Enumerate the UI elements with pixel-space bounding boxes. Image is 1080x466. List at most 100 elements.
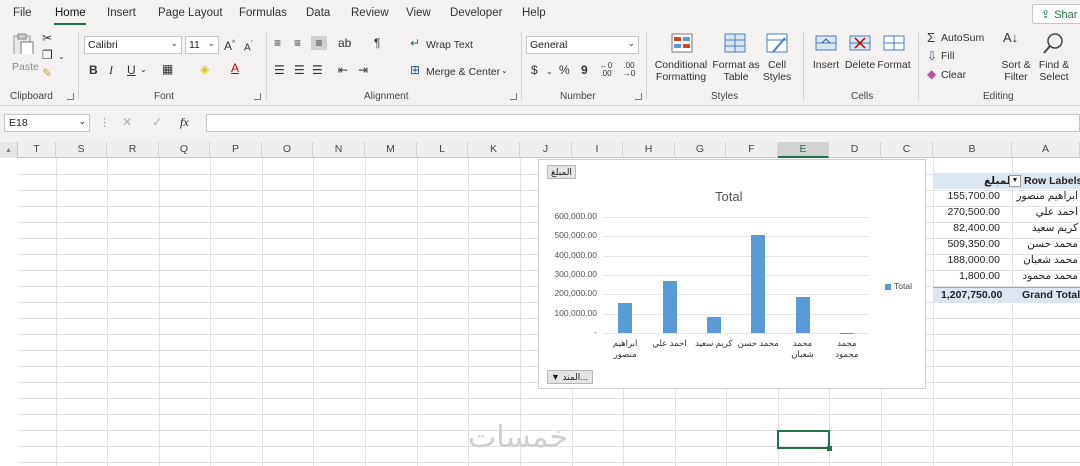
column-header-S[interactable]: S <box>56 142 107 158</box>
italic-button[interactable]: I <box>109 63 113 77</box>
chart-bar[interactable] <box>795 296 810 333</box>
autosum-icon[interactable]: Σ <box>927 31 935 45</box>
font-size-combo[interactable]: 11 ⌄ <box>185 36 219 54</box>
cell-styles-icon[interactable] <box>765 32 789 54</box>
bold-button[interactable]: B <box>89 63 98 77</box>
comma-style-button[interactable]: 9 <box>581 63 588 77</box>
insert-cells-button[interactable]: Insert <box>808 59 844 71</box>
underline-dropdown-icon[interactable]: ⌄ <box>140 63 147 77</box>
value-field-button[interactable]: المبلغ <box>547 165 576 179</box>
cell-styles-button[interactable]: Cell <box>758 59 796 71</box>
chart-title[interactable]: Total <box>715 189 742 204</box>
chart-bar[interactable] <box>662 280 677 333</box>
fill-handle[interactable] <box>827 446 832 451</box>
column-header-K[interactable]: K <box>468 142 520 158</box>
tab-formulas[interactable]: Formulas <box>239 7 287 19</box>
delete-cells-button[interactable]: Delete <box>842 59 878 71</box>
insert-function-button[interactable]: fx <box>180 115 189 130</box>
align-left-icon[interactable]: ☰ <box>274 63 285 77</box>
column-header-N[interactable]: N <box>313 142 365 158</box>
column-header-G[interactable]: G <box>675 142 726 158</box>
alignment-launcher-icon[interactable] <box>510 93 517 100</box>
column-header-B[interactable]: B <box>933 142 1012 158</box>
format-as-table-label2[interactable]: Table <box>711 71 761 83</box>
column-header-H[interactable]: H <box>623 142 675 158</box>
conditional-formatting-icon[interactable] <box>670 32 694 54</box>
wrap-text-button[interactable]: Wrap Text <box>426 39 473 51</box>
delete-cells-icon[interactable] <box>848 32 872 54</box>
tab-insert[interactable]: Insert <box>107 7 136 19</box>
format-cells-button[interactable]: Format <box>876 59 912 71</box>
insert-cells-icon[interactable] <box>814 32 838 54</box>
tab-home[interactable]: Home <box>55 7 86 19</box>
chart-bar[interactable] <box>839 332 854 334</box>
sort-filter-button[interactable]: Sort & <box>998 59 1034 71</box>
align-middle-icon[interactable]: ≡ <box>294 36 301 50</box>
clipboard-launcher-icon[interactable] <box>67 93 74 100</box>
format-painter-icon[interactable]: ✎ <box>42 66 52 80</box>
column-header-C[interactable]: C <box>881 142 933 158</box>
enter-icon[interactable]: ✓ <box>152 115 162 129</box>
borders-icon[interactable]: ▦ <box>162 62 173 76</box>
find-select-label2[interactable]: Select <box>1034 71 1074 83</box>
selected-cell[interactable] <box>777 430 830 449</box>
sort-filter-icon[interactable]: A↓ <box>1003 31 1018 45</box>
tab-help[interactable]: Help <box>522 7 546 19</box>
find-select-icon[interactable] <box>1042 32 1066 54</box>
formula-input[interactable] <box>206 114 1080 132</box>
currency-dropdown-icon[interactable]: ⌄ <box>546 65 553 79</box>
pivot-chart[interactable]: المبلغ Total 600,000.00 500,000.00 400,000… <box>538 159 926 389</box>
name-box[interactable]: E18 ⌄ <box>4 114 90 132</box>
cut-icon[interactable]: ✂ <box>42 31 52 45</box>
autosum-button[interactable]: AutoSum <box>941 32 984 44</box>
cell-styles-label2[interactable]: Styles <box>758 71 796 83</box>
column-header-O[interactable]: O <box>262 142 313 158</box>
axis-field-button[interactable]: ▼ المند... <box>547 370 593 384</box>
fill-button[interactable]: Fill <box>941 50 954 62</box>
filter-dropdown-icon[interactable]: ▼ <box>1009 175 1021 187</box>
column-header-E[interactable]: E <box>778 142 829 158</box>
conditional-formatting-button[interactable]: Conditional <box>652 59 710 71</box>
find-select-button[interactable]: Find & <box>1034 59 1074 71</box>
orientation-icon[interactable]: ab <box>338 36 351 50</box>
fill-color-icon[interactable]: ◈ <box>200 62 209 76</box>
tab-review[interactable]: Review <box>351 7 389 19</box>
share-button[interactable]: ⇪ Shar <box>1032 4 1080 24</box>
copy-icon[interactable]: ❐ <box>42 48 53 62</box>
paste-label[interactable]: Paste <box>12 61 39 73</box>
cancel-icon[interactable]: ✕ <box>122 115 132 129</box>
merge-center-icon[interactable]: ⊞ <box>410 63 420 77</box>
chart-bar[interactable] <box>706 317 721 333</box>
font-launcher-icon[interactable] <box>254 93 261 100</box>
column-header-L[interactable]: L <box>417 142 468 158</box>
tab-developer[interactable]: Developer <box>450 7 502 19</box>
sort-filter-label2[interactable]: Filter <box>998 71 1034 83</box>
more-options-icon[interactable]: ⋮ <box>99 116 110 129</box>
column-header-I[interactable]: I <box>572 142 623 158</box>
font-name-combo[interactable]: Calibri ⌄ <box>84 36 182 54</box>
fill-icon[interactable]: ⇩ <box>927 49 937 63</box>
clear-button[interactable]: Clear <box>941 69 966 81</box>
wrap-text-icon[interactable]: ↵ <box>410 36 420 50</box>
align-bottom-icon[interactable]: ≡ <box>311 36 327 50</box>
percent-button[interactable]: % <box>559 63 570 77</box>
increase-font-icon[interactable]: A^ <box>224 37 235 53</box>
column-header-A[interactable]: A <box>1012 142 1080 158</box>
column-header-D[interactable]: D <box>829 142 881 158</box>
column-header-Q[interactable]: Q <box>159 142 210 158</box>
column-header-P[interactable]: P <box>210 142 262 158</box>
conditional-formatting-label2[interactable]: Formatting <box>652 71 710 83</box>
legend-label[interactable]: Total <box>894 281 912 291</box>
format-cells-icon[interactable] <box>882 32 906 54</box>
decrease-decimal-button[interactable]: .00 →0 <box>619 62 639 78</box>
column-header-J[interactable]: J <box>520 142 572 158</box>
column-header-T[interactable]: T <box>18 142 56 158</box>
decrease-font-icon[interactable]: Aˇ <box>244 38 253 55</box>
merge-dropdown-icon[interactable]: ⌄ <box>501 64 508 78</box>
column-header-F[interactable]: F <box>726 142 778 158</box>
align-top-icon[interactable]: ≡ <box>274 36 281 50</box>
chart-bar[interactable] <box>618 302 633 333</box>
number-format-combo[interactable]: General ⌄ <box>526 36 639 54</box>
increase-decimal-button[interactable]: ←0 .00 <box>596 62 616 78</box>
text-direction-icon[interactable]: ¶ <box>374 36 380 50</box>
